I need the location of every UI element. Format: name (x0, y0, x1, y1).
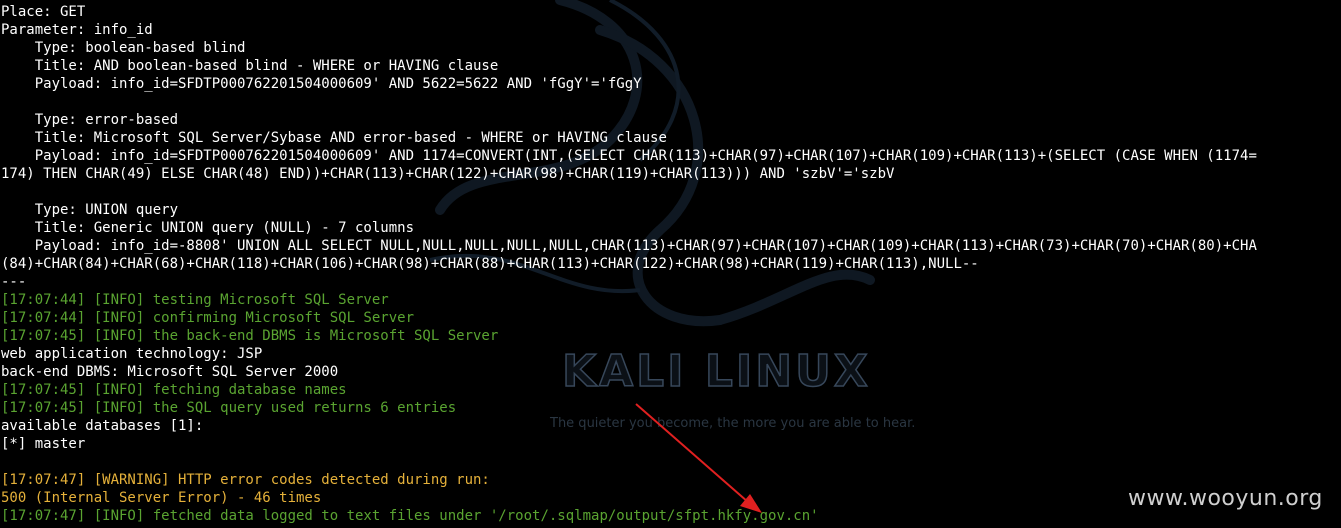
terminal-line: Title: Generic UNION query (NULL) - 7 co… (1, 220, 415, 236)
terminal-line: available databases [1]: (1, 418, 204, 434)
terminal-line: [17:07:45] [INFO] the SQL query used ret… (1, 400, 457, 416)
terminal-line: back-end DBMS: Microsoft SQL Server 2000 (1, 364, 339, 380)
terminal-line: [*] master (1, 436, 86, 452)
terminal-line: Type: error-based (1, 112, 179, 128)
wooyun-watermark: www.wooyun.org (1128, 486, 1323, 511)
terminal-line: Type: boolean-based blind (1, 40, 246, 56)
terminal-line: Payload: info_id=-8808' UNION ALL SELECT… (1, 238, 1257, 254)
terminal-line: Parameter: info_id (1, 22, 153, 38)
terminal-line: (84)+CHAR(84)+CHAR(68)+CHAR(118)+CHAR(10… (1, 256, 979, 272)
terminal-line: [17:07:44] [INFO] confirming Microsoft S… (1, 310, 415, 326)
terminal-line: Payload: info_id=SFDTP000762201504000609… (1, 148, 1257, 164)
terminal-line: Title: AND boolean-based blind - WHERE o… (1, 58, 499, 74)
terminal-line: Type: UNION query (1, 202, 179, 218)
terminal-line: 174) THEN CHAR(49) ELSE CHAR(48) END))+C… (1, 166, 895, 182)
terminal-output[interactable]: Place: GET Parameter: info_id Type: boole… (1, 3, 1341, 525)
terminal-line: [17:07:44] [INFO] testing Microsoft SQL … (1, 292, 389, 308)
terminal-line: Title: Microsoft SQL Server/Sybase AND e… (1, 130, 667, 146)
terminal-line: Payload: info_id=SFDTP000762201504000609… (1, 76, 642, 92)
terminal-line: [17:07:45] [INFO] fetching database name… (1, 382, 347, 398)
terminal-line: Place: GET (1, 4, 86, 20)
terminal-line: --- (1, 274, 27, 290)
terminal-line: [17:07:45] [INFO] the back-end DBMS is M… (1, 328, 499, 344)
terminal-line: web application technology: JSP (1, 346, 263, 362)
